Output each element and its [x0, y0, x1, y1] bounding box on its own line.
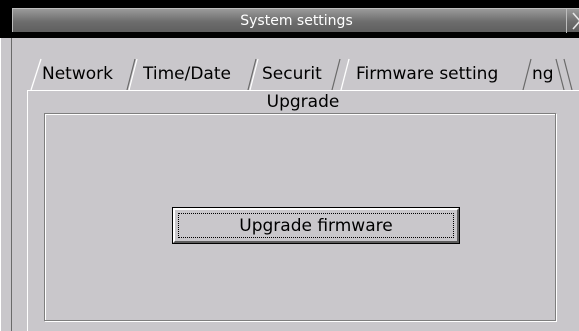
- upgrade-firmware-button[interactable]: Upgrade firmware: [172, 207, 460, 244]
- title-bar[interactable]: System settings: [0, 0, 579, 38]
- tab-separator: [563, 58, 573, 91]
- title-bar-inner: System settings: [12, 8, 579, 33]
- tab-time-date[interactable]: Time/Date: [143, 59, 248, 89]
- tab-separator: [126, 58, 138, 91]
- tab-label: Securit: [262, 64, 322, 84]
- close-x-icon: [572, 12, 579, 30]
- tab-label: Time/Date: [143, 64, 231, 84]
- window-left-frame: [0, 38, 12, 331]
- tab-firmware-settings[interactable]: Firmware setting: [356, 59, 526, 89]
- tab-label: ng: [532, 64, 554, 84]
- upgrade-firmware-label: Upgrade firmware: [239, 216, 393, 236]
- upgrade-group-title: Upgrade: [266, 92, 340, 112]
- tab-label: Network: [42, 64, 113, 84]
- tab-network[interactable]: Network: [42, 59, 126, 89]
- tab-separator: [340, 58, 350, 91]
- tab-left-edge: [30, 58, 42, 91]
- window-title: System settings: [240, 13, 353, 29]
- settings-window: System settings Network Time/Date Securi…: [0, 0, 579, 331]
- close-button[interactable]: [566, 9, 579, 33]
- tab-label: Firmware setting: [356, 64, 499, 84]
- tab-partial[interactable]: ng: [532, 59, 558, 89]
- tab-security[interactable]: Securit: [262, 59, 331, 89]
